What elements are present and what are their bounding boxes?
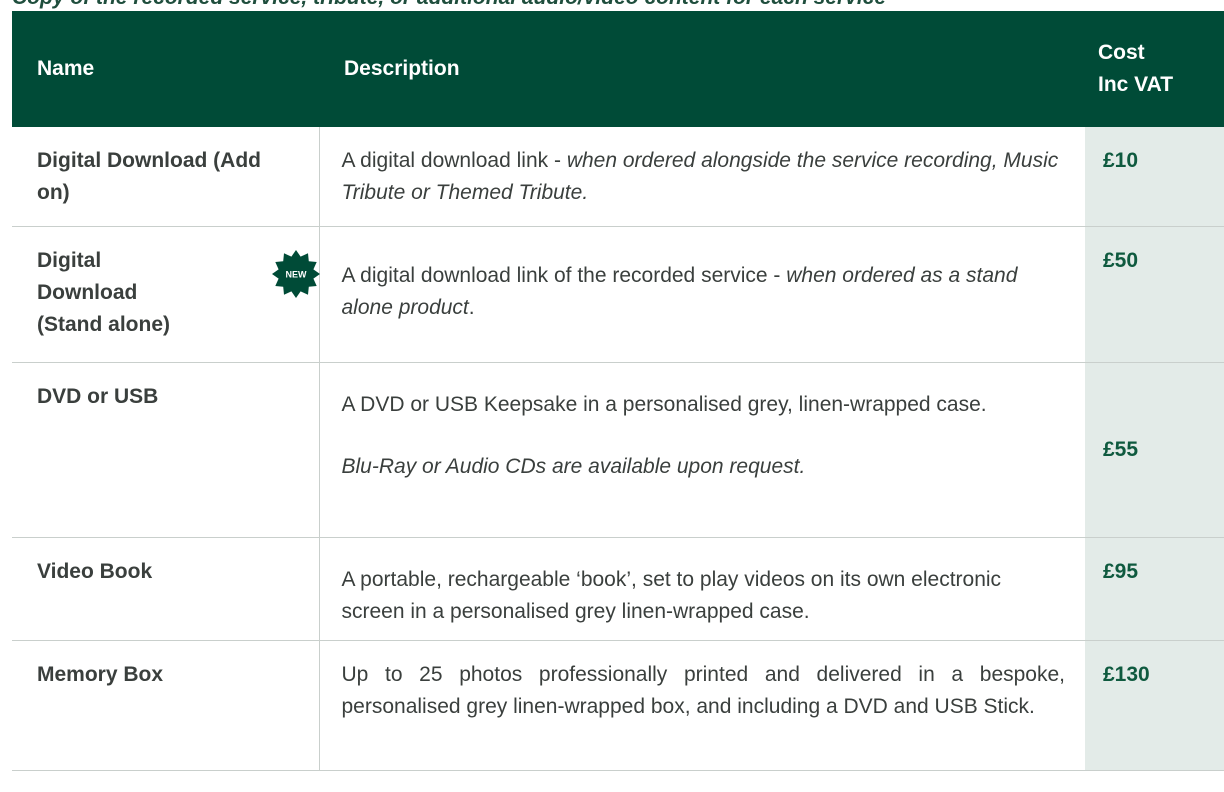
row-description: A portable, rechargeable ‘book’, set to … <box>319 537 1085 641</box>
header-row: Name Description Cost Inc VAT <box>12 11 1224 127</box>
row-description: A DVD or USB Keepsake in a personalised … <box>319 362 1085 538</box>
row-description-text: A digital download link of the recorded … <box>341 263 787 287</box>
row-description-italic: Blu-Ray or Audio CDs are available upon … <box>341 454 806 478</box>
header-cost: Cost Inc VAT <box>1085 11 1224 127</box>
row-description: A digital download link - when ordered a… <box>319 127 1085 227</box>
row-name-text: Video Book <box>37 559 153 583</box>
row-name: Digital Download (Stand alone) NEW <box>12 226 321 363</box>
row-name-text: Memory Box <box>37 662 164 686</box>
header-cost-line1: Cost <box>1098 41 1145 64</box>
row-name-text: Digital Download (Add on) <box>37 149 261 204</box>
row-name: Memory Box <box>12 640 320 771</box>
table-row: Digital Download (Stand alone) NEW A dig… <box>12 226 1224 363</box>
row-description-tail: . <box>468 295 475 319</box>
row-name-line2: Download <box>37 280 138 304</box>
row-name-line1: Digital <box>37 248 102 272</box>
row-name-line3: (Stand alone) <box>37 312 171 336</box>
row-name: Video Book <box>12 537 320 641</box>
page: Copy of the recorded service, tribute, o… <box>0 0 1224 792</box>
row-cost: £10 <box>1085 127 1224 227</box>
header-description: Description <box>319 11 1085 127</box>
table-row: DVD or USB A DVD or USB Keepsake in a pe… <box>12 362 1224 538</box>
row-name: DVD or USB <box>12 362 320 538</box>
row-description-text: A digital download link - <box>341 149 567 172</box>
new-badge-label: NEW <box>285 269 307 279</box>
row-cost: £130 <box>1085 640 1224 771</box>
new-badge-icon: NEW <box>271 249 321 299</box>
row-description-text: A DVD or USB Keepsake in a personalised … <box>341 392 987 416</box>
row-cost: £95 <box>1085 537 1224 641</box>
table-row: Digital Download (Add on) A digital down… <box>12 127 1224 227</box>
header-name: Name <box>12 11 319 127</box>
table-row: Memory Box Up to 25 photos professionall… <box>12 640 1224 771</box>
header-cost-line2: Inc VAT <box>1098 73 1174 96</box>
row-cost: £55 <box>1085 362 1224 538</box>
table-row: Video Book A portable, rechargeable ‘boo… <box>12 537 1224 641</box>
row-description: Up to 25 photos professionally printed a… <box>319 640 1085 771</box>
row-description-text: Up to 25 photos professionally printed a… <box>341 662 1066 718</box>
row-name: Digital Download (Add on) <box>12 127 320 227</box>
row-description-text: A portable, rechargeable ‘book’, set to … <box>341 567 1002 623</box>
pricing-table: Name Description Cost Inc VAT Digital Do… <box>12 11 1224 771</box>
row-name-text: DVD or USB <box>37 384 159 408</box>
row-description: A digital download link of the recorded … <box>319 226 1085 363</box>
row-cost: £50 <box>1085 226 1224 363</box>
